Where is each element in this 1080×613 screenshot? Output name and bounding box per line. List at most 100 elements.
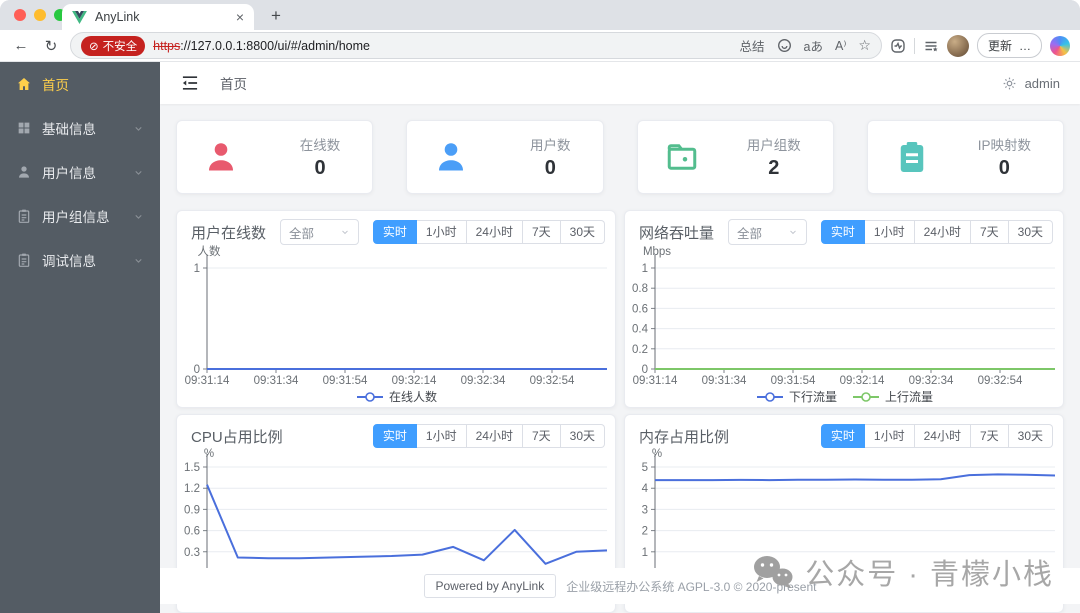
browser-window: AnyLink × + ← ↻ ⊘ 不安全 https://127.0.0.1:… — [0, 0, 1080, 613]
window-controls — [14, 9, 66, 21]
refresh-icon[interactable]: ↻ — [40, 37, 62, 55]
time-filter-实时[interactable]: 实时 — [372, 424, 417, 448]
sidebar-item-3[interactable]: 用户组信息 — [0, 194, 160, 238]
svg-text:下行流量: 下行流量 — [789, 390, 837, 404]
chart-header: CPU占用比例 实时 1小时 24小时 7天 30天 — [191, 423, 605, 449]
time-filter-7天[interactable]: 7天 — [522, 220, 561, 244]
person-icon — [203, 139, 239, 175]
collapse-menu-icon[interactable] — [180, 73, 200, 93]
watermark-text: 公众号 · 青檬小栈 — [805, 559, 1054, 591]
svg-text:%: % — [204, 448, 214, 460]
summarize-icon[interactable] — [777, 38, 792, 53]
sidebar: 首页基础信息用户信息用户组信息调试信息 — [0, 62, 160, 613]
clipboard-solid-icon — [894, 139, 930, 175]
svg-text:09:31:14: 09:31:14 — [185, 375, 230, 387]
url-rest: ://127.0.0.1:8800/ui/#/admin/home — [180, 38, 370, 53]
url-text[interactable]: https://127.0.0.1:8800/ui/#/admin/home — [153, 39, 731, 53]
time-filter-7天[interactable]: 7天 — [522, 424, 561, 448]
time-filter-24小时[interactable]: 24小时 — [914, 220, 971, 244]
svg-text:1: 1 — [642, 547, 648, 559]
svg-text:0.9: 0.9 — [184, 504, 200, 516]
stat-value: 0 — [998, 157, 1010, 179]
update-label: 更新 — [987, 39, 1012, 53]
svg-text:0.2: 0.2 — [632, 344, 648, 356]
chart-title: 用户在线数 — [191, 224, 267, 242]
gear-icon[interactable] — [1002, 76, 1017, 91]
copilot-icon[interactable] — [1050, 35, 1070, 56]
time-filter-30天[interactable]: 30天 — [1008, 424, 1053, 448]
time-filter-30天[interactable]: 30天 — [560, 424, 605, 448]
svg-text:0.3: 0.3 — [184, 547, 200, 559]
time-filter-1小时[interactable]: 1小时 — [416, 220, 467, 244]
sidebar-item-2[interactable]: 用户信息 — [0, 150, 160, 194]
security-badge[interactable]: ⊘ 不安全 — [81, 35, 146, 56]
time-filter-实时[interactable]: 实时 — [372, 220, 417, 244]
favorites-star-icon[interactable]: ☆ — [858, 37, 871, 54]
svg-text:09:32:34: 09:32:34 — [461, 375, 506, 387]
address-bar[interactable]: ⊘ 不安全 https://127.0.0.1:8800/ui/#/admin/… — [70, 32, 882, 59]
sidebar-item-1[interactable]: 基础信息 — [0, 106, 160, 150]
time-filter-实时[interactable]: 实时 — [820, 424, 865, 448]
time-filter-1小时[interactable]: 1小时 — [864, 220, 915, 244]
home-icon — [16, 76, 32, 92]
scope-select-value: 全部 — [289, 226, 315, 241]
svg-text:1.5: 1.5 — [184, 462, 200, 474]
time-filter-24小时[interactable]: 24小时 — [466, 220, 523, 244]
sidebar-item-4[interactable]: 调试信息 — [0, 238, 160, 282]
stat-card-1: 用户数 0 — [406, 120, 604, 194]
chevron-down-icon — [788, 227, 798, 237]
time-filter-实时[interactable]: 实时 — [820, 220, 865, 244]
stat-card-2: 用户组数 2 — [636, 120, 834, 194]
chart-title: 网络吞吐量 — [639, 224, 715, 242]
time-filter-7天[interactable]: 7天 — [970, 424, 1009, 448]
browser-toolbar: ← ↻ ⊘ 不安全 https://127.0.0.1:8800/ui/#/ad… — [0, 30, 1080, 62]
svg-text:09:32:14: 09:32:14 — [840, 375, 885, 387]
time-filter-group: 实时 1小时 24小时 7天 30天 — [820, 220, 1053, 244]
browser-tab[interactable]: AnyLink × — [62, 4, 254, 30]
svg-text:09:31:54: 09:31:54 — [323, 375, 368, 387]
time-filter-24小时[interactable]: 24小时 — [466, 424, 523, 448]
chart-title: CPU占用比例 — [191, 428, 283, 446]
summarize-button[interactable]: 总结 — [740, 36, 765, 55]
chevron-down-icon — [133, 123, 144, 134]
svg-text:%: % — [652, 448, 662, 460]
svg-text:1: 1 — [194, 263, 200, 275]
chart-card-1: 网络吞吐量 全部 实时 1小时 24小时 7天 30天 Mbps 0 0.2 0.4 0.6 0.8 1 0… — [624, 210, 1064, 408]
app-header: 首页 admin — [160, 62, 1080, 104]
stat-value: 0 — [314, 157, 326, 179]
update-button[interactable]: 更新 … — [976, 33, 1042, 58]
collections-icon[interactable] — [923, 38, 939, 54]
close-window-button[interactable] — [14, 9, 26, 21]
stat-label: 在线数 — [299, 138, 341, 153]
time-filter-7天[interactable]: 7天 — [970, 220, 1009, 244]
chart-canvas: 人数0109:31:14 09:31:34 09:31:54 09:32:14 09:3… — [185, 244, 607, 404]
sidebar-item-label: 用户组信息 — [42, 210, 110, 225]
translate-icon[interactable]: aあ — [804, 36, 823, 55]
scope-select[interactable]: 全部 — [728, 219, 807, 245]
time-filter-30天[interactable]: 30天 — [1008, 220, 1053, 244]
browser-essentials-icon[interactable] — [890, 38, 906, 54]
chart-header: 网络吞吐量 全部 实时 1小时 24小时 7天 30天 — [639, 219, 1053, 245]
back-icon[interactable]: ← — [10, 37, 32, 54]
powered-by-button[interactable]: Powered by AnyLink — [423, 574, 557, 598]
more-options-icon[interactable]: … — [1019, 39, 1031, 53]
time-filter-1小时[interactable]: 1小时 — [416, 424, 467, 448]
svg-text:09:31:34: 09:31:34 — [254, 375, 299, 387]
time-filter-30天[interactable]: 30天 — [560, 220, 605, 244]
new-tab-button[interactable]: + — [264, 4, 288, 28]
read-aloud-icon[interactable]: A⁾ — [835, 38, 846, 53]
user-menu[interactable]: admin — [1002, 76, 1060, 91]
time-filter-1小时[interactable]: 1小时 — [864, 424, 915, 448]
time-filter-group: 实时 1小时 24小时 7天 30天 — [372, 424, 605, 448]
time-filter-24小时[interactable]: 24小时 — [914, 424, 971, 448]
sidebar-item-label: 首页 — [42, 78, 69, 93]
chart-title: 内存占用比例 — [639, 428, 730, 446]
scope-select[interactable]: 全部 — [280, 219, 359, 245]
profile-avatar[interactable] — [946, 34, 969, 57]
stat-label: IP映射数 — [977, 138, 1031, 153]
sidebar-item-0[interactable]: 首页 — [0, 62, 160, 106]
username[interactable]: admin — [1025, 76, 1060, 91]
sidebar-item-label: 基础信息 — [42, 122, 96, 137]
tab-close-icon[interactable]: × — [236, 9, 244, 25]
minimize-window-button[interactable] — [34, 9, 46, 21]
